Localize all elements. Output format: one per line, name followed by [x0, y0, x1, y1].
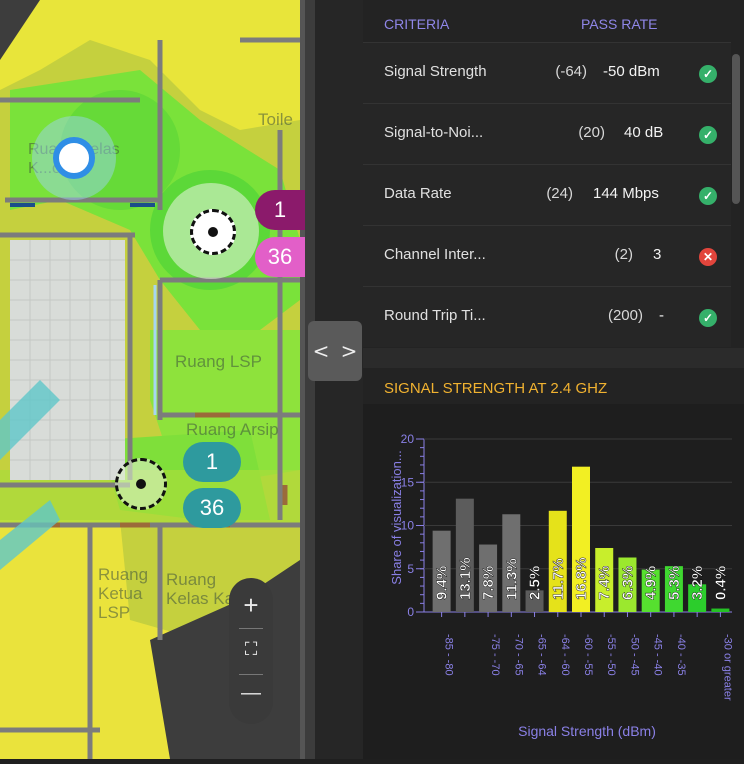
criteria-name: Signal-to-Noi...	[384, 124, 484, 141]
x-tick-label: -64 - -60	[559, 634, 571, 676]
access-point-icon[interactable]	[190, 209, 236, 255]
criteria-column-header: CRITERIA	[384, 16, 450, 32]
access-point-icon[interactable]	[115, 458, 167, 510]
y-tick-label: 20	[401, 432, 415, 446]
room-label: Ruang Ketua LSP	[98, 565, 149, 622]
x-tick-label: -50 - -45	[628, 634, 640, 676]
bar-value-label: 2.5%	[527, 566, 544, 600]
x-tick-label: -85 - -80	[443, 634, 455, 676]
criteria-value: 40 dB	[624, 124, 664, 141]
y-tick-label: 5	[407, 562, 414, 576]
criteria-threshold: (-64)	[555, 63, 587, 80]
criteria-name: Signal Strength	[384, 63, 487, 80]
bar-value-label: 11.3%	[503, 558, 520, 600]
bar-value-label: 6.3%	[619, 566, 636, 600]
signal-section-title: SIGNAL STRENGTH AT 2.4 GHZ	[384, 380, 608, 397]
cluster-badge[interactable]: 36	[255, 237, 305, 277]
cluster-badge[interactable]: 1	[183, 442, 241, 482]
room-label: Ruang LSP	[175, 352, 262, 371]
criteria-threshold: (2)	[614, 246, 633, 263]
x-tick-label: -30 or greater	[721, 634, 733, 701]
x-tick-label: -65 - -64	[536, 634, 548, 676]
zoom-control: + ⛶ —	[229, 578, 273, 724]
my-location-icon[interactable]	[53, 137, 95, 179]
criteria-value: -	[659, 307, 664, 324]
signal-strength-bar-chart: 05101520Share of visualization... 9.4%-85…	[389, 432, 733, 739]
bar-value-label: 7.8%	[480, 566, 497, 600]
criteria-row[interactable]: Data Rate (24) 144 Mbps ✓	[363, 164, 731, 225]
criteria-row[interactable]: Signal Strength (-64) -50 dBm ✓	[363, 42, 731, 103]
x-tick-label: -70 - -65	[512, 634, 524, 676]
collapse-left-icon[interactable]: <	[308, 321, 334, 381]
fit-to-screen-button[interactable]: ⛶	[229, 634, 273, 664]
criteria-threshold: (200)	[607, 307, 643, 324]
x-tick-label: -45 - -40	[652, 634, 664, 676]
criteria-row[interactable]: Round Trip Ti... (200) - ✓	[363, 286, 731, 347]
cluster-badge[interactable]: 1	[255, 190, 305, 230]
pass-rate-column-header: PASS RATE	[581, 16, 658, 32]
x-tick-label: -75 - -70	[489, 634, 501, 676]
bar-value-label: 11.7%	[550, 558, 567, 600]
cluster-badge[interactable]: 36	[183, 488, 241, 528]
floor-plan-map[interactable]: Toile Ruang Kelas K...org Ruang LSP Ruan…	[0, 0, 305, 759]
bar-value-label: 7.4%	[596, 566, 613, 600]
bar-value-label: 0.4%	[712, 566, 729, 600]
y-tick-label: 0	[407, 605, 414, 619]
room-label: Toile	[258, 110, 293, 129]
zoom-in-button[interactable]: +	[229, 590, 273, 621]
section-divider	[363, 348, 744, 368]
panel-toggle[interactable]: < >	[308, 321, 362, 381]
criteria-threshold: (20)	[578, 124, 605, 141]
bar-value-label: 5.3%	[666, 566, 683, 600]
criteria-scrollbar[interactable]	[732, 54, 740, 204]
bar-value-label: 4.9%	[643, 566, 660, 600]
bar	[711, 608, 730, 612]
bar-value-label: 16.8%	[573, 557, 590, 600]
x-axis-label: Signal Strength (dBm)	[518, 723, 656, 739]
bar-value-label: 9.4%	[434, 566, 451, 600]
criteria-row[interactable]: Channel Inter... (2) 3 ✕	[363, 225, 731, 286]
expand-right-icon[interactable]: >	[336, 321, 362, 381]
x-tick-label: -40 - -35	[675, 634, 687, 676]
pass-check-icon: ✓	[699, 309, 717, 327]
criteria-value: 3	[653, 246, 662, 263]
x-tick-label: -60 - -55	[582, 634, 594, 676]
criteria-name: Channel Inter...	[384, 246, 486, 263]
criteria-threshold: (24)	[546, 185, 573, 202]
zoom-out-button[interactable]: —	[229, 682, 273, 705]
y-axis-label: Share of visualization...	[389, 450, 404, 584]
criteria-value: 144 Mbps	[593, 185, 659, 202]
criteria-name: Round Trip Ti...	[384, 307, 486, 324]
signal-strength-chart: 0 5 10 15 20 Share of visualization... 9.4% -85…	[363, 404, 744, 759]
room-label: Ruang Arsip	[186, 420, 279, 439]
bar-value-label: 3.2%	[689, 566, 706, 600]
criteria-name: Data Rate	[384, 185, 452, 202]
pass-check-icon: ✓	[699, 65, 717, 83]
pass-check-icon: ✓	[699, 126, 717, 144]
criteria-row[interactable]: Signal-to-Noi... (20) 40 dB ✓	[363, 103, 731, 164]
criteria-header: CRITERIA PASS RATE	[363, 8, 744, 42]
details-panel: CRITERIA PASS RATE Signal Strength (-64)…	[363, 0, 744, 759]
x-tick-label: -55 - -50	[605, 634, 617, 676]
criteria-value: -50 dBm	[603, 63, 660, 80]
fail-x-icon: ✕	[699, 248, 717, 266]
bar-value-label: 13.1%	[457, 557, 474, 600]
pass-check-icon: ✓	[699, 187, 717, 205]
